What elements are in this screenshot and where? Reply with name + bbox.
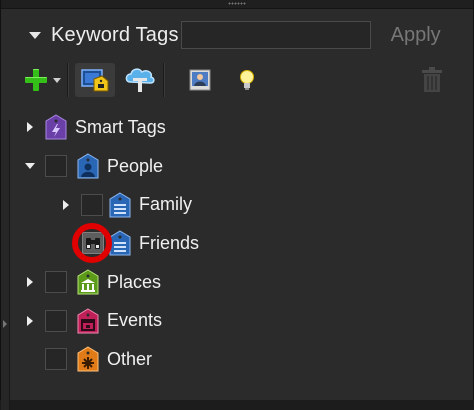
- tag-checkbox[interactable]: [45, 348, 67, 371]
- expand-arrow-icon[interactable]: [59, 198, 73, 212]
- tag-checkbox[interactable]: [45, 155, 67, 178]
- collapse-triangle-icon[interactable]: [29, 31, 41, 39]
- tree-item-people[interactable]: People: [9, 147, 473, 186]
- toolbar-divider: [67, 63, 69, 97]
- tree-item-label: Other: [107, 348, 153, 369]
- tree-item-label: Smart Tags: [75, 116, 166, 137]
- tag-checkbox[interactable]: [81, 193, 103, 216]
- tag-with-face-button[interactable]: [75, 63, 115, 97]
- panel-header: Keyword Tags Apply: [9, 12, 473, 58]
- highlight-circle: [72, 223, 112, 264]
- photo-button[interactable]: [175, 63, 225, 97]
- tree-item-smart-tags[interactable]: Smart Tags: [9, 108, 473, 147]
- side-arrow-icon: [3, 320, 7, 328]
- keyword-tag-tree: Smart Tags People Family Friends Places …: [9, 108, 473, 379]
- panel-title: Keyword Tags: [51, 23, 179, 46]
- tag-icon: [109, 230, 131, 256]
- plus-icon: [25, 69, 47, 91]
- tag-checkbox[interactable]: [45, 271, 67, 294]
- keyword-tag-input[interactable]: [180, 21, 371, 49]
- tree-item-label: Places: [107, 271, 162, 292]
- new-tag-button[interactable]: [19, 63, 67, 97]
- people-tag-icon: [77, 153, 99, 179]
- lightbulb-icon: [240, 70, 254, 90]
- panel-resize-grip[interactable]: [1, 0, 473, 9]
- smart-tags-icon: [45, 114, 67, 140]
- delete-tag-button[interactable]: [417, 63, 447, 97]
- toolbar-divider: [163, 63, 165, 97]
- tag-with-face-icon: [81, 69, 109, 92]
- tag-icon: [109, 192, 131, 218]
- tree-item-family[interactable]: Family: [9, 185, 473, 224]
- tree-item-label: People: [107, 155, 164, 176]
- keyword-tags-panel: Keyword Tags Apply Smart Tags People Fam…: [0, 0, 474, 410]
- events-tag-icon: [77, 308, 99, 334]
- places-tag-icon: [77, 269, 99, 295]
- tree-item-places[interactable]: Places: [9, 263, 473, 302]
- expand-arrow-icon[interactable]: [23, 275, 37, 289]
- trash-icon: [422, 67, 442, 92]
- tag-checkbox[interactable]: [45, 309, 67, 332]
- keyword-toolbar: [9, 60, 473, 100]
- other-tag-icon: [77, 346, 99, 372]
- tree-item-label: Family: [139, 194, 192, 215]
- expand-arrow-icon[interactable]: [23, 120, 37, 134]
- cloud-tag-icon: [125, 68, 155, 92]
- tree-item-label: Events: [107, 310, 163, 331]
- grip-dots-icon: [228, 2, 246, 5]
- lightbulb-button[interactable]: [225, 63, 269, 97]
- expand-arrow-icon[interactable]: [23, 314, 37, 328]
- tree-item-other[interactable]: Other: [9, 340, 473, 379]
- tree-item-label: Friends: [139, 232, 200, 253]
- tree-item-friends[interactable]: Friends: [9, 223, 473, 264]
- chevron-down-icon[interactable]: [53, 77, 61, 83]
- apply-button[interactable]: Apply: [391, 24, 441, 47]
- cloud-tag-button[interactable]: [117, 63, 163, 97]
- photo-icon: [189, 69, 211, 91]
- tree-item-events[interactable]: Events: [9, 301, 473, 340]
- collapse-arrow-icon[interactable]: [23, 159, 37, 173]
